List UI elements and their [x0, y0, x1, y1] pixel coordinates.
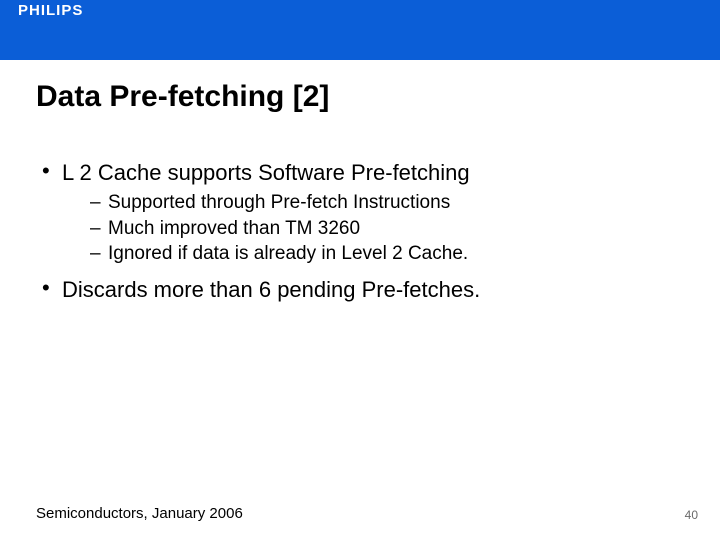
bullet-item: L 2 Cache supports Software Pre-fetching… [36, 160, 684, 267]
footer-left: Semiconductors, January 2006 [36, 505, 243, 522]
sub-bullet-item: Ignored if data is already in Level 2 Ca… [86, 241, 684, 267]
slide-title: Data Pre-fetching [2] [36, 80, 329, 114]
sub-bullet-text: Supported through Pre-fetch Instructions [108, 192, 450, 213]
sub-bullet-item: Supported through Pre-fetch Instructions [86, 190, 684, 216]
bullet-text: L 2 Cache supports Software Pre-fetching [62, 160, 470, 185]
bullet-list: L 2 Cache supports Software Pre-fetching… [36, 160, 684, 303]
sub-bullet-text: Much improved than TM 3260 [108, 218, 360, 239]
slide: PHILIPS Data Pre-fetching [2] L 2 Cache … [0, 0, 720, 540]
page-number: 40 [685, 508, 698, 522]
brand-badge: PHILIPS [14, 0, 87, 20]
sub-bullet-list: Supported through Pre-fetch Instructions… [86, 190, 684, 267]
header-bar [0, 0, 720, 60]
bullet-item: Discards more than 6 pending Pre-fetches… [36, 277, 684, 303]
brand-text: PHILIPS [18, 2, 83, 19]
bullet-text: Discards more than 6 pending Pre-fetches… [62, 277, 480, 302]
slide-body: L 2 Cache supports Software Pre-fetching… [36, 160, 684, 311]
sub-bullet-text: Ignored if data is already in Level 2 Ca… [108, 243, 468, 264]
sub-bullet-item: Much improved than TM 3260 [86, 216, 684, 242]
